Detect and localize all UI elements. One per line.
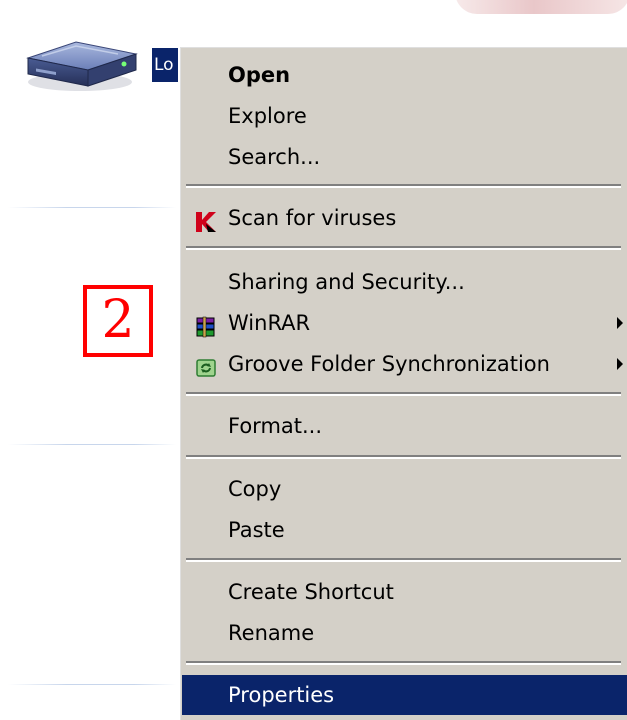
submenu-arrow-icon <box>617 317 623 329</box>
menu-separator <box>186 661 621 665</box>
step-number-badge: 2 <box>83 285 153 357</box>
winrar-books-icon <box>194 312 218 338</box>
desktop-divider <box>8 207 176 208</box>
groove-sync-icon <box>194 353 218 377</box>
menu-item-winrar[interactable]: WinRAR <box>182 303 627 343</box>
menu-item-label: Rename <box>228 621 315 645</box>
menu-item-groove-folder-synchronization[interactable]: Groove Folder Synchronization <box>182 344 627 384</box>
menu-item-label: Explore <box>228 104 307 128</box>
menu-item-open[interactable]: Open <box>182 55 627 95</box>
menu-item-scan-for-viruses[interactable]: Scan for viruses <box>182 198 627 238</box>
menu-item-properties[interactable]: Properties <box>182 675 627 715</box>
kaspersky-k-icon <box>194 207 218 232</box>
menu-separator <box>186 246 621 250</box>
submenu-arrow-icon <box>617 358 623 370</box>
menu-item-search[interactable]: Search... <box>182 137 627 177</box>
menu-item-label: Groove Folder Synchronization <box>228 352 550 376</box>
menu-item-label: Search... <box>228 145 321 169</box>
menu-item-label: Copy <box>228 477 282 501</box>
menu-item-label: Format... <box>228 414 323 438</box>
menu-item-explore[interactable]: Explore <box>182 96 627 136</box>
menu-item-label: Sharing and Security... <box>228 270 465 294</box>
local-disk-drive-icon[interactable] <box>22 30 142 100</box>
menu-separator <box>186 184 621 188</box>
menu-item-label: Properties <box>228 683 335 707</box>
menu-item-rename[interactable]: Rename <box>182 613 627 653</box>
menu-item-format[interactable]: Format... <box>182 406 627 446</box>
desktop-divider <box>8 684 176 685</box>
menu-item-label: Scan for viruses <box>228 206 397 230</box>
menu-item-label: Create Shortcut <box>228 580 394 604</box>
decorative-header-swoosh <box>455 0 627 14</box>
menu-separator <box>186 558 621 562</box>
menu-item-label: WinRAR <box>228 311 311 335</box>
menu-separator <box>186 392 621 396</box>
desktop-divider <box>8 444 176 445</box>
menu-separator <box>186 455 621 459</box>
menu-item-create-shortcut[interactable]: Create Shortcut <box>182 572 627 612</box>
menu-item-sharing-and-security[interactable]: Sharing and Security... <box>182 262 627 302</box>
menu-item-label: Paste <box>228 518 285 542</box>
menu-item-copy[interactable]: Copy <box>182 469 627 509</box>
menu-item-label: Open <box>228 63 291 87</box>
menu-item-paste[interactable]: Paste <box>182 510 627 550</box>
context-menu: Open Explore Search... Scan for viruses … <box>178 45 627 720</box>
